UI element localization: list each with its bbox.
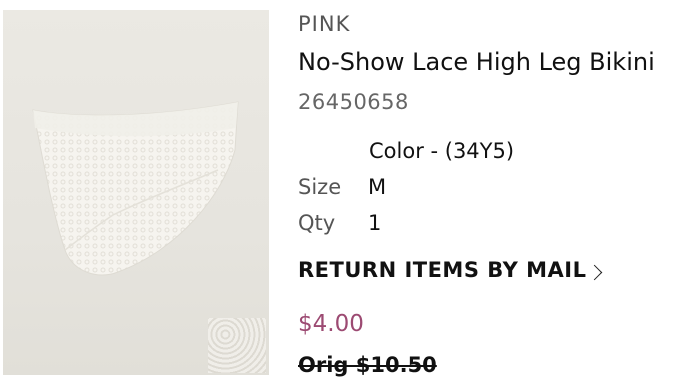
size-row: Size M <box>298 175 386 199</box>
color-value: Color - (34Y5) <box>369 139 515 163</box>
qty-row: Qty 1 <box>298 211 381 235</box>
return-link-label: RETURN ITEMS BY MAIL <box>298 258 587 282</box>
qty-label: Qty <box>298 211 336 235</box>
return-items-by-mail-link[interactable]: RETURN ITEMS BY MAIL <box>298 258 602 282</box>
chevron-right-icon <box>586 264 602 280</box>
size-value: M <box>368 175 387 199</box>
size-label: Size <box>298 175 342 199</box>
product-sku: 26450658 <box>298 90 409 114</box>
lace-swatch-thumbnail[interactable] <box>208 318 266 373</box>
sale-price: $4.00 <box>298 311 364 337</box>
qty-value: 1 <box>368 211 382 235</box>
product-title: No-Show Lace High Leg Bikini <box>298 48 655 76</box>
product-image <box>3 10 269 375</box>
original-price: Orig $10.50 <box>298 353 437 377</box>
brand-name: PINK <box>298 12 351 36</box>
